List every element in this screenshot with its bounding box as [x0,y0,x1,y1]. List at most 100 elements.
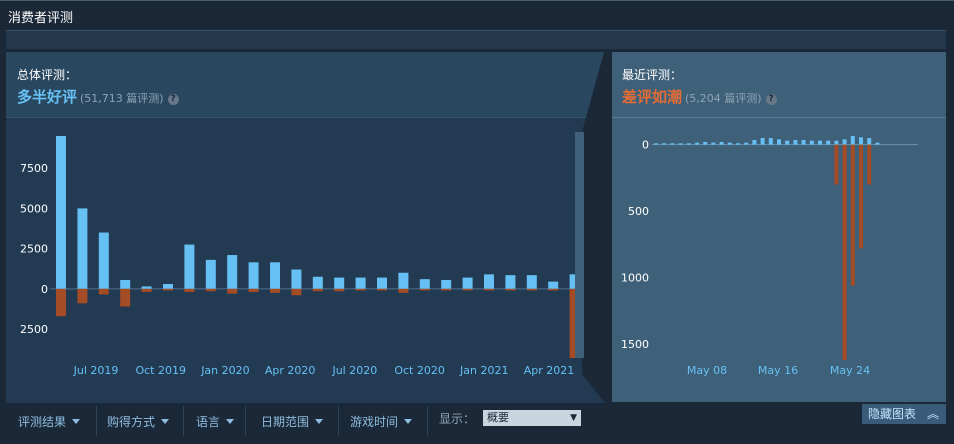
negative-bar [141,288,152,293]
filter-purchase-type[interactable]: 购得方式 [107,413,170,430]
positive-bar [205,259,216,289]
x-tick-label: May 08 [687,364,727,377]
display-select[interactable]: 概要 ▼ [483,410,581,426]
positive-bar [505,275,516,289]
x-tick-label: May 24 [830,364,870,377]
recent-chart-svg: 0 500 1000 1500 May 08 May 16 May 24 [621,136,918,377]
filter-label: 语言 [196,415,221,429]
negative-bar [291,288,302,296]
recent-range-highlight [575,132,584,358]
positive-bar [77,208,88,289]
positive-bar [678,143,683,145]
negative-bar [548,288,559,291]
filter-label: 游戏时间 [350,415,399,429]
filter-language[interactable]: 语言 [196,413,235,430]
positive-bar [703,141,708,145]
chevron-down-icon [72,419,81,424]
negative-bar [312,288,323,292]
x-tick-label: Jan 2020 [200,364,249,377]
positive-bar [859,137,863,145]
negative-bar [205,288,216,292]
positive-bar [163,284,173,289]
positive-bar [736,143,740,145]
negative-bar [398,288,409,293]
y-tick-label: 500 [628,205,649,218]
overall-chart[interactable]: 7500 5000 2500 0 2500 Jul 2019 Oct 2019 Jan 202… [6,117,604,403]
chart-connector [582,52,612,402]
positive-bar [867,137,872,145]
x-tick-label: Oct 2019 [135,364,186,377]
negative-bar [163,288,173,291]
positive-bar [548,281,559,289]
double-chevron-up-icon: ︽ [926,407,939,421]
x-tick-label: May 16 [758,364,798,377]
hide-chart-label: 隐藏图表 [868,407,917,421]
positive-bar [248,262,259,289]
negative-bar [248,288,259,293]
display-label: 显示： [439,412,476,426]
recent-chart[interactable]: 0 500 1000 1500 May 08 May 16 May 24 [612,117,946,403]
positive-bar [227,255,238,289]
positive-bar [270,262,280,289]
hide-chart-button[interactable]: 隐藏图表 ︽ [862,404,946,424]
negative-bar [355,288,366,291]
positive-bar [419,279,430,289]
negative-bar [526,288,537,291]
chevron-down-icon [404,419,413,424]
positive-bar [760,137,765,145]
positive-bar [312,276,323,289]
positive-bar [834,140,839,145]
positive-bar [801,139,806,145]
positive-bar [141,286,152,289]
filter-review-result[interactable]: 评测结果 [18,413,81,430]
section-header: 消费者评测 [0,0,954,31]
help-icon[interactable]: ? [765,94,777,105]
positive-bar [818,140,822,145]
negative-bar [419,288,430,291]
overall-count: (51,713 篇评测) [80,92,164,105]
positive-bar [768,137,773,145]
positive-bar [398,272,409,289]
overall-label: 总体评测： [17,68,78,82]
positive-bar [785,140,790,145]
x-tick-label: Apr 2021 [524,364,575,377]
recent-count: (5,204 篇评测) [685,92,762,105]
positive-bar [462,277,473,289]
positive-bar [56,136,66,289]
negative-bar [270,288,280,293]
x-tick-label: Jul 2019 [73,364,119,377]
negative-bar [834,144,839,185]
positive-bar [752,139,757,145]
negative-bar [227,288,238,294]
negative-bar [505,288,516,291]
recent-summary[interactable]: 差评如潮 (5,204 篇评测)? [622,86,777,107]
negative-bar [850,144,855,286]
negative-bar [441,288,452,291]
filter-playtime[interactable]: 游戏时间 [350,413,413,430]
chevron-down-icon [161,419,170,424]
overall-summary[interactable]: 多半好评 (51,713 篇评测)? [17,86,179,107]
positive-bar [842,139,847,145]
positive-bar [777,139,781,145]
divider [245,406,246,436]
divider [183,406,184,436]
y-tick-label: 1000 [621,272,649,285]
filter-label: 日期范围 [261,415,310,429]
positive-bar [793,139,798,145]
filter-date-range[interactable]: 日期范围 [261,413,324,430]
negative-bar [867,144,872,185]
positive-bar [120,279,131,289]
divider [338,406,339,436]
y-tick-label: 0 [41,283,48,296]
negative-bar [377,288,387,291]
positive-bar [875,142,880,145]
positive-bar [826,140,831,145]
positive-bar [727,142,732,145]
x-tick-label: Apr 2020 [265,364,316,377]
chevron-down-icon [315,419,324,424]
filter-label: 购得方式 [107,415,156,429]
overall-summary-text: 多半好评 [17,88,78,106]
negative-bar [842,144,847,360]
help-icon[interactable]: ? [167,94,179,105]
positive-bar [441,279,452,289]
